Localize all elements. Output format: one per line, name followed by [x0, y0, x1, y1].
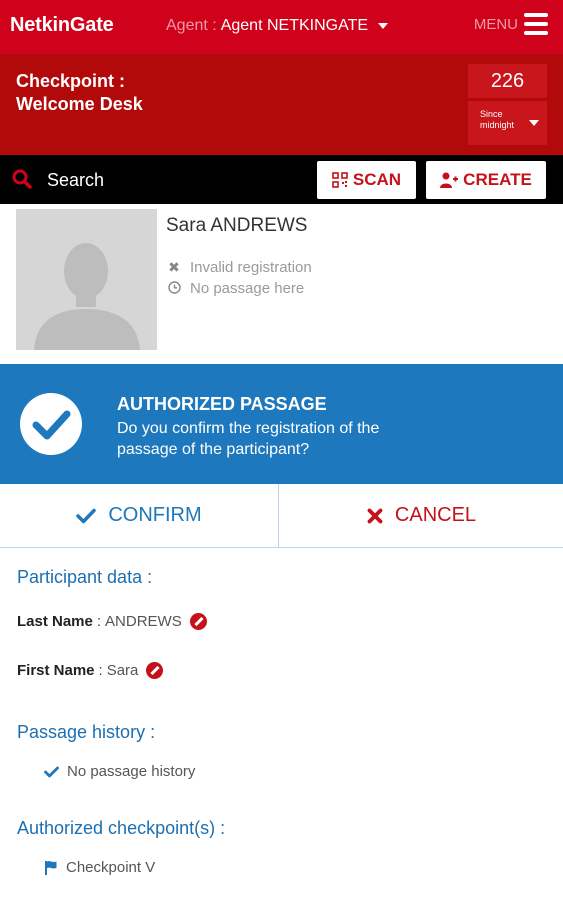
field-separator: :: [98, 662, 103, 679]
create-button[interactable]: CREATE: [426, 161, 546, 199]
last-name-label: Last Name: [17, 613, 93, 630]
chevron-down-icon: [378, 23, 389, 29]
action-row: CONFIRM CANCEL: [0, 484, 563, 548]
checkpoint-item-text: Checkpoint V: [66, 859, 156, 876]
cancel-button[interactable]: CANCEL: [280, 484, 563, 547]
check-icon: [44, 766, 59, 777]
edit-icon[interactable]: [189, 613, 207, 630]
agent-selector[interactable]: Agent : Agent NETKINGATE: [166, 17, 389, 35]
passage-status: No passage here: [166, 280, 304, 297]
banner-title: AUTHORIZED PASSAGE: [117, 394, 327, 414]
hamburger-icon: [524, 13, 548, 35]
participant-name: Sara ANDREWS: [166, 215, 308, 236]
passage-history-item: No passage history: [44, 763, 195, 780]
close-icon: [367, 508, 383, 523]
first-name-value: Sara: [106, 662, 139, 679]
confirm-label: CONFIRM: [108, 504, 202, 526]
first-name-row: First Name : Sara: [17, 662, 164, 679]
scan-button[interactable]: SCAN: [317, 161, 416, 199]
checkpoint-label: Checkpoint : Welcome Desk: [16, 70, 143, 116]
menu-label: MENU: [473, 15, 518, 33]
last-name-row: Last Name : ANDREWS: [17, 613, 207, 630]
checkpoint-band: Checkpoint : Welcome Desk 226 Since midn…: [0, 54, 563, 155]
last-name-value: ANDREWS: [105, 613, 182, 630]
checkpoint-label-line1: Checkpoint :: [16, 71, 126, 91]
check-circle-icon: [20, 393, 82, 455]
passage-history-title: Passage history :: [17, 722, 156, 742]
checkpoint-item: Checkpoint V: [44, 859, 155, 876]
count-period-selector[interactable]: Since midnight: [468, 101, 547, 145]
agent-name: Agent NETKINGATE: [220, 17, 369, 34]
check-icon: [76, 508, 97, 523]
checkpoint-name: Welcome Desk: [16, 94, 143, 114]
first-name-label: First Name: [17, 662, 95, 679]
field-separator: :: [96, 613, 102, 630]
top-bar: NetkinGate Agent : Agent NETKINGATE MENU: [0, 0, 563, 54]
clock-icon: [166, 280, 182, 297]
registration-status-text: Invalid registration: [190, 259, 312, 276]
count-period-line1: Since: [480, 109, 503, 119]
create-label: CREATE: [463, 170, 532, 189]
registration-status: ✖ Invalid registration: [166, 259, 312, 276]
add-user-icon: [440, 172, 459, 188]
flag-icon: [45, 861, 57, 875]
agent-prefix: Agent :: [166, 17, 217, 34]
scan-label: SCAN: [352, 170, 402, 189]
passage-status-text: No passage here: [190, 280, 305, 297]
menu-button[interactable]: MENU: [474, 13, 548, 35]
passage-count: 226: [468, 64, 547, 98]
participant-data-title: Participant data :: [17, 567, 153, 587]
banner-text: Do you confirm the registration of the p…: [117, 420, 380, 458]
confirm-button[interactable]: CONFIRM: [0, 484, 279, 547]
chevron-down-icon: [529, 120, 539, 126]
avatar: [16, 209, 157, 350]
authorized-checkpoints-title: Authorized checkpoint(s) :: [17, 818, 226, 838]
close-icon: ✖: [168, 259, 180, 275]
authorized-banner: AUTHORIZED PASSAGE Do you confirm the re…: [0, 364, 563, 484]
edit-icon[interactable]: [146, 662, 164, 679]
cancel-label: CANCEL: [394, 504, 477, 526]
search-input[interactable]: Search: [47, 170, 104, 191]
search-bar: Search SCAN CREATE: [0, 155, 563, 204]
app-logo: NetkinGate: [10, 14, 114, 36]
qr-code-icon: [332, 172, 348, 188]
search-icon[interactable]: [12, 169, 32, 189]
person-silhouette-icon: [16, 209, 157, 350]
passage-history-text: No passage history: [67, 763, 196, 780]
